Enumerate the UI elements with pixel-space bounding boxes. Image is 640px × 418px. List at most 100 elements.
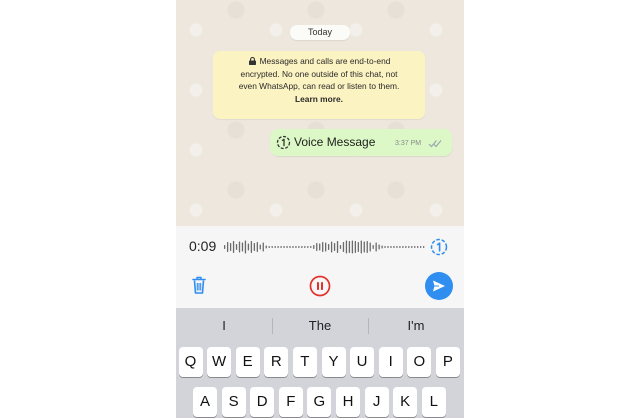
waveform-bar xyxy=(259,244,261,250)
key-p[interactable]: P xyxy=(435,347,460,377)
message-time: 3:37 PM xyxy=(395,140,422,147)
notice-line-3: even WhatsApp, can read or listen to the… xyxy=(238,81,400,92)
chat-area[interactable]: Today Messages and calls are end-to-end … xyxy=(176,0,464,226)
waveform-bar xyxy=(283,246,285,248)
keyboard: I The I'm QWERTYUIOP ASDFGHJKL xyxy=(176,308,464,418)
waveform-bar xyxy=(327,244,330,250)
waveform-bar xyxy=(301,246,303,248)
trash-icon[interactable] xyxy=(191,275,207,295)
lock-icon xyxy=(248,57,256,65)
key-g[interactable]: G xyxy=(307,387,332,417)
waveform-bar xyxy=(339,245,342,249)
waveform-bar xyxy=(414,246,416,248)
waveform-bar xyxy=(342,242,345,252)
waveform-bar xyxy=(241,242,244,252)
waveform-bar xyxy=(390,246,392,248)
waveform-bar xyxy=(366,241,368,253)
waveform-bar xyxy=(316,243,318,251)
key-e[interactable]: E xyxy=(235,347,260,377)
waveform-bar xyxy=(420,246,422,248)
waveform-bar xyxy=(363,241,365,253)
waveform-bar xyxy=(417,246,419,248)
waveform-bar xyxy=(250,241,253,253)
view-once-icon xyxy=(276,135,291,150)
waveform-bar xyxy=(310,246,312,248)
view-once-toggle-icon[interactable] xyxy=(430,238,448,256)
waveform-bar xyxy=(319,243,321,251)
key-d[interactable]: D xyxy=(250,387,275,417)
encryption-notice[interactable]: Messages and calls are end-to-end encryp… xyxy=(213,51,425,119)
send-icon xyxy=(433,280,445,292)
waveform-bar xyxy=(411,246,413,248)
date-pill: Today xyxy=(290,25,350,40)
notice-line-1: Messages and calls are end-to-end xyxy=(213,55,425,68)
waveform-bar xyxy=(402,246,404,248)
waveform-bar xyxy=(247,243,250,251)
key-o[interactable]: O xyxy=(407,347,432,377)
suggestion-item[interactable]: The xyxy=(272,308,368,344)
voice-recorder-bar: 0:09 xyxy=(176,226,464,308)
key-f[interactable]: F xyxy=(278,387,303,417)
waveform xyxy=(224,240,425,254)
waveform-bar xyxy=(325,242,327,252)
waveform-bar xyxy=(345,240,348,254)
waveform-bar xyxy=(289,246,291,248)
double-tick-icon xyxy=(428,140,442,148)
waveform-bar xyxy=(372,245,374,249)
key-u[interactable]: U xyxy=(350,347,375,377)
waveform-bar xyxy=(235,244,238,250)
phone-screen: Today Messages and calls are end-to-end … xyxy=(176,0,464,418)
waveform-bar xyxy=(360,240,362,254)
key-w[interactable]: W xyxy=(207,347,232,377)
send-button[interactable] xyxy=(425,272,453,300)
waveform-bar xyxy=(268,246,270,248)
waveform-bar xyxy=(256,242,258,252)
waveform-bar xyxy=(322,242,324,252)
key-t[interactable]: T xyxy=(292,347,317,377)
waveform-bar xyxy=(354,241,357,253)
waveform-bar xyxy=(229,243,232,251)
key-s[interactable]: S xyxy=(221,387,246,417)
waveform-bar xyxy=(387,246,389,248)
waveform-bar xyxy=(280,246,282,248)
waveform-bar xyxy=(378,244,380,250)
waveform-bar xyxy=(393,246,395,248)
suggestion-divider xyxy=(272,318,273,334)
voice-message-bubble[interactable]: Voice Message 3:37 PM xyxy=(270,129,452,156)
waveform-bar xyxy=(286,246,288,248)
suggestion-item[interactable]: I xyxy=(176,308,272,344)
waveform-bar xyxy=(351,240,354,254)
key-k[interactable]: K xyxy=(393,387,418,417)
key-q[interactable]: Q xyxy=(178,347,203,377)
key-i[interactable]: I xyxy=(378,347,403,377)
key-h[interactable]: H xyxy=(336,387,360,417)
pause-icon[interactable] xyxy=(309,275,331,297)
waveform-bar xyxy=(292,246,294,248)
key-l[interactable]: L xyxy=(421,387,446,417)
notice-text-1: Messages and calls are end-to-end xyxy=(259,56,391,66)
key-y[interactable]: Y xyxy=(321,347,346,377)
waveform-bar xyxy=(277,246,279,248)
suggestion-divider xyxy=(368,318,369,334)
key-r[interactable]: R xyxy=(264,347,289,377)
waveform-bar xyxy=(274,246,276,248)
waveform-bar xyxy=(384,246,386,248)
suggestion-item[interactable]: I'm xyxy=(368,308,464,344)
waveform-bar xyxy=(304,246,306,248)
voice-message-label: Voice Message xyxy=(294,135,376,149)
waveform-bar xyxy=(399,246,401,248)
waveform-bar xyxy=(357,242,359,252)
waveform-bar xyxy=(396,246,398,248)
waveform-bar xyxy=(224,245,226,249)
waveform-bar xyxy=(375,242,377,252)
waveform-bar xyxy=(307,246,309,248)
key-a[interactable]: A xyxy=(193,387,217,417)
waveform-bar xyxy=(408,246,410,248)
key-j[interactable]: J xyxy=(364,387,389,417)
waveform-bar xyxy=(348,241,351,253)
waveform-bar xyxy=(381,245,383,249)
waveform-bar xyxy=(262,242,264,252)
waveform-bar xyxy=(405,246,407,248)
waveform-bar xyxy=(253,243,256,251)
learn-more-link[interactable]: Learn more. xyxy=(213,93,425,106)
